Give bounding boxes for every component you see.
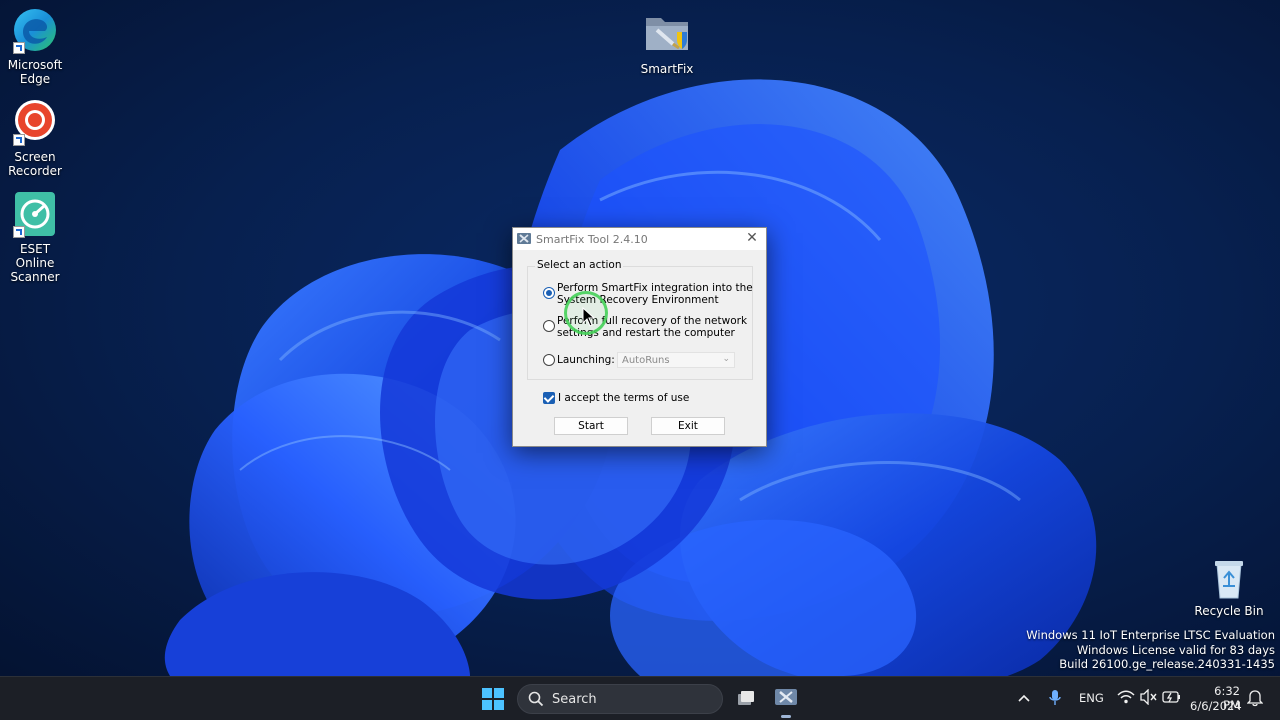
- taskbar-search-box[interactable]: Search: [517, 684, 723, 714]
- desktop-icon-eset[interactable]: ESET Online Scanner: [0, 190, 70, 284]
- mouse-cursor-icon: [582, 307, 596, 327]
- search-placeholder: Search: [552, 692, 597, 707]
- launch-tool-value: AutoRuns: [622, 355, 670, 366]
- windows-evaluation-watermark: Windows 11 IoT Enterprise LTSC Evaluatio…: [1026, 628, 1275, 672]
- desktop-icon-label: SmartFix: [640, 62, 694, 76]
- radio-integrate-recovery[interactable]: [543, 287, 555, 299]
- radio-launching[interactable]: [543, 354, 555, 366]
- eset-scanner-icon: [11, 190, 59, 238]
- chevron-up-icon[interactable]: [1017, 691, 1031, 710]
- clock-date[interactable]: 6/6/2024: [1190, 699, 1242, 713]
- recycle-bin-icon: [1205, 558, 1253, 600]
- desktop-icon-label: Screen Recorder: [8, 150, 62, 178]
- desktop-icon-label: Recycle Bin: [1194, 604, 1264, 618]
- watermark-license: Windows License valid for 83 days: [1076, 642, 1275, 657]
- screen-recorder-icon: [11, 98, 59, 146]
- launch-tool-select[interactable]: AutoRuns ⌄: [617, 352, 735, 368]
- notification-bell-icon[interactable]: [1246, 689, 1264, 711]
- windows-start-icon[interactable]: [482, 688, 504, 710]
- running-indicator: [781, 715, 791, 718]
- option-launching-label[interactable]: Launching:: [557, 354, 615, 366]
- task-view-icon[interactable]: [735, 688, 757, 710]
- smartfix-app-icon: [517, 233, 531, 244]
- radio-network-recovery[interactable]: [543, 320, 555, 332]
- accept-terms-label[interactable]: I accept the terms of use: [558, 392, 689, 404]
- wifi-icon[interactable]: [1117, 689, 1135, 709]
- exit-button[interactable]: Exit: [651, 417, 725, 435]
- desktop-icon-label: Microsoft Edge: [7, 58, 63, 86]
- desktop-icon-recycle-bin[interactable]: Recycle Bin: [1194, 558, 1264, 618]
- watermark-build: Build 26100.ge_release.240331-1435: [1059, 657, 1275, 671]
- desktop-icon-screen-recorder[interactable]: Screen Recorder: [0, 98, 70, 178]
- desktop-icon-edge[interactable]: Microsoft Edge: [0, 6, 70, 86]
- watermark-edition: Windows 11 IoT Enterprise LTSC Evaluatio…: [1026, 628, 1275, 642]
- chevron-down-icon: ⌄: [722, 354, 730, 364]
- close-icon[interactable]: ✕: [738, 228, 766, 250]
- taskbar: Search ENG 6:32 PM 6/6/2024: [0, 676, 1280, 720]
- volume-muted-icon[interactable]: [1140, 688, 1158, 709]
- search-icon: [528, 691, 544, 711]
- dialog-titlebar[interactable]: SmartFix Tool 2.4.10 ✕: [513, 228, 766, 250]
- start-button[interactable]: Start: [554, 417, 628, 435]
- accept-terms-checkbox[interactable]: [543, 392, 555, 404]
- battery-charging-icon[interactable]: [1162, 689, 1182, 709]
- smartfix-folder-icon: [643, 10, 691, 58]
- dialog-title: SmartFix Tool 2.4.10: [536, 233, 648, 246]
- smartfix-dialog: SmartFix Tool 2.4.10 ✕ Select an action …: [512, 227, 767, 447]
- action-group-label: Select an action: [535, 259, 624, 271]
- desktop-icon-label: ESET Online Scanner: [10, 242, 60, 284]
- microphone-icon[interactable]: [1048, 689, 1062, 711]
- smartfix-taskbar-icon[interactable]: [774, 687, 798, 709]
- input-language[interactable]: ENG: [1079, 691, 1104, 705]
- edge-icon: [11, 6, 59, 54]
- desktop-icon-smartfix[interactable]: SmartFix: [632, 10, 702, 76]
